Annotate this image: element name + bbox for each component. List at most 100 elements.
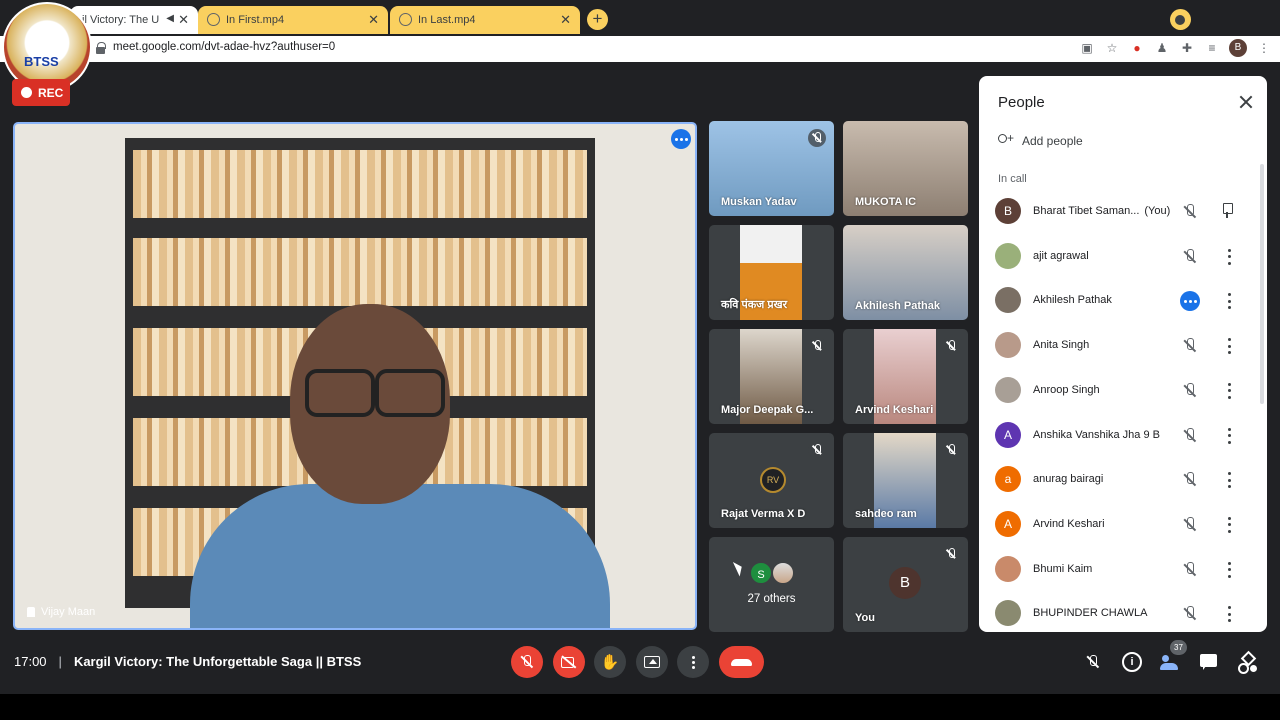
- more-vert-icon[interactable]: [1223, 338, 1235, 355]
- pin-icon[interactable]: [1221, 203, 1233, 219]
- mic-off-icon[interactable]: [1181, 382, 1199, 400]
- participant-row[interactable]: a anurag bairagi: [979, 458, 1267, 502]
- participant-avatar: A: [995, 510, 1021, 537]
- participant-tile[interactable]: RV Rajat Verma X D: [709, 433, 834, 528]
- more-vert-icon: [691, 655, 695, 669]
- camera-blocked-icon[interactable]: ▣: [1079, 40, 1095, 56]
- participant-row[interactable]: BHUPINDER CHAWLA: [979, 592, 1267, 632]
- present-button[interactable]: [636, 646, 668, 678]
- mic-toggle-button[interactable]: [511, 646, 543, 678]
- participant-name: Arvind Keshari: [855, 404, 934, 416]
- participant-row[interactable]: B Bharat Tibet Saman... (You): [979, 190, 1267, 234]
- extension-red-icon[interactable]: ●: [1129, 40, 1145, 56]
- raise-hand-button[interactable]: ✋: [594, 646, 626, 678]
- close-icon[interactable]: ✕: [368, 12, 379, 28]
- mute-all-button[interactable]: [1083, 652, 1103, 672]
- menu-icon[interactable]: ⋮: [1256, 40, 1272, 56]
- participant-row[interactable]: Anroop Singh: [979, 369, 1267, 413]
- globe-icon: [207, 13, 220, 26]
- participant-name: Akhilesh Pathak: [855, 300, 940, 312]
- mic-off-icon[interactable]: [1181, 471, 1199, 489]
- more-vert-icon[interactable]: [1223, 427, 1235, 444]
- participant-name: Arvind Keshari: [1033, 518, 1105, 530]
- participant-row[interactable]: A Arvind Keshari: [979, 503, 1267, 547]
- camera-toggle-button[interactable]: [553, 646, 585, 678]
- url-text[interactable]: meet.google.com/dvt-adae-hvz?authuser=0: [113, 41, 335, 53]
- more-vert-icon[interactable]: [1223, 248, 1235, 265]
- puzzle-icon[interactable]: ✚: [1179, 40, 1195, 56]
- close-icon[interactable]: ✕: [560, 12, 571, 28]
- media-queue-icon[interactable]: ≡: [1204, 40, 1220, 56]
- participant-row[interactable]: Akhilesh Pathak: [979, 279, 1267, 323]
- mic-off-icon[interactable]: [1181, 561, 1199, 579]
- participant-tile[interactable]: कवि पंकज प्रखर: [709, 225, 834, 320]
- more-vert-icon[interactable]: [1223, 382, 1235, 399]
- mic-off-icon[interactable]: [1181, 248, 1199, 266]
- more-vert-icon[interactable]: [1223, 561, 1235, 578]
- new-tab-button[interactable]: +: [587, 9, 608, 30]
- participant-tile[interactable]: Muskan Yadav: [709, 121, 834, 216]
- self-avatar: B: [889, 567, 921, 599]
- mic-off-icon: [520, 655, 534, 669]
- mic-off-icon: [942, 337, 960, 355]
- leave-call-button[interactable]: [719, 646, 764, 678]
- self-tile[interactable]: B You: [843, 537, 968, 632]
- participant-name-text: Bharat Tibet Saman...: [1033, 205, 1140, 217]
- tab-in-first[interactable]: In First.mp4 ✕: [198, 6, 388, 34]
- globe-icon: [399, 13, 412, 26]
- main-video-tile[interactable]: Vijay Maan: [13, 122, 697, 630]
- participant-tile[interactable]: Major Deepak G...: [709, 329, 834, 424]
- tab-label: In Last.mp4: [418, 14, 476, 26]
- participant-tile[interactable]: sahdeo ram: [843, 433, 968, 528]
- add-people-label: Add people: [1022, 134, 1083, 148]
- participant-name: Bhumi Kaim: [1033, 563, 1092, 575]
- more-options-button[interactable]: [677, 646, 709, 678]
- activities-button[interactable]: [1237, 652, 1257, 674]
- extension-icon[interactable]: ♟: [1154, 40, 1170, 56]
- speaking-indicator-icon: [1180, 291, 1200, 312]
- address-bar[interactable]: meet.google.com/dvt-adae-hvz?authuser=0 …: [0, 36, 1280, 62]
- meeting-details-button[interactable]: i: [1122, 652, 1142, 672]
- chat-button[interactable]: [1199, 652, 1219, 672]
- mic-off-icon[interactable]: [1181, 605, 1199, 623]
- others-tile[interactable]: S 27 others: [709, 537, 834, 632]
- close-icon[interactable]: [1237, 93, 1255, 111]
- mic-off-icon[interactable]: [1181, 427, 1199, 445]
- close-icon[interactable]: ✕: [178, 12, 189, 28]
- hand-icon: ✋: [600, 653, 620, 671]
- rec-label: REC: [38, 86, 64, 100]
- mic-off-icon: [942, 441, 960, 459]
- tab-search-icon[interactable]: [1170, 9, 1191, 30]
- profile-avatar[interactable]: B: [1229, 39, 1247, 57]
- people-button[interactable]: [1160, 652, 1180, 672]
- lock-icon[interactable]: [96, 42, 106, 54]
- bookmark-star-icon[interactable]: ☆: [1104, 40, 1120, 56]
- participant-tile[interactable]: Arvind Keshari: [843, 329, 968, 424]
- record-dot-icon: [21, 87, 32, 98]
- more-vert-icon[interactable]: [1223, 472, 1235, 489]
- more-vert-icon[interactable]: [1223, 516, 1235, 533]
- more-options-icon[interactable]: [671, 129, 691, 149]
- mic-off-icon: [808, 441, 826, 459]
- add-person-icon: [996, 131, 1014, 148]
- rv-logo-avatar: RV: [760, 467, 786, 493]
- more-vert-icon[interactable]: [1223, 293, 1235, 310]
- tab-label: In First.mp4: [226, 14, 285, 26]
- tab-kargil-victory[interactable]: il Victory: The U ◀ ✕: [70, 6, 198, 34]
- participant-tile[interactable]: MUKOTA IC: [843, 121, 968, 216]
- participant-avatar: a: [995, 466, 1021, 493]
- meeting-time: 17:00: [14, 654, 47, 669]
- mic-off-icon[interactable]: [1181, 203, 1199, 221]
- participant-row[interactable]: Anita Singh: [979, 324, 1267, 368]
- participant-tile[interactable]: Akhilesh Pathak: [843, 225, 968, 320]
- add-people-button[interactable]: Add people: [996, 131, 1083, 148]
- mic-off-icon[interactable]: [1181, 516, 1199, 534]
- tab-in-last[interactable]: In Last.mp4 ✕: [390, 6, 580, 34]
- participant-name: Muskan Yadav: [721, 196, 797, 208]
- participant-row[interactable]: ajit agrawal: [979, 235, 1267, 279]
- mic-off-icon[interactable]: [1181, 337, 1199, 355]
- participant-row[interactable]: A Anshika Vanshika Jha 9 B: [979, 414, 1267, 458]
- participant-row[interactable]: Bhumi Kaim: [979, 548, 1267, 592]
- main-video-name: Vijay Maan: [27, 606, 95, 618]
- more-vert-icon[interactable]: [1223, 606, 1235, 623]
